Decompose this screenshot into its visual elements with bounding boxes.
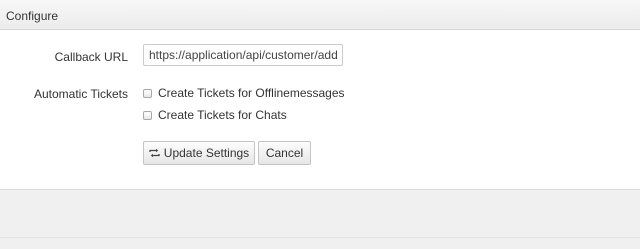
update-settings-button[interactable]: Update Settings bbox=[143, 141, 255, 165]
panel-header: Configure bbox=[0, 0, 640, 30]
panel-title: Configure bbox=[6, 9, 59, 23]
automatic-tickets-label: Automatic Tickets bbox=[33, 87, 128, 101]
cancel-button[interactable]: Cancel bbox=[258, 141, 311, 165]
offlinemessages-checkbox[interactable] bbox=[143, 88, 152, 98]
chats-checkbox[interactable] bbox=[143, 110, 152, 120]
refresh-icon bbox=[149, 148, 160, 158]
offlinemessages-label[interactable]: Create Tickets for Offlinemessages bbox=[158, 86, 345, 100]
callback-url-input[interactable] bbox=[143, 44, 343, 66]
chats-label[interactable]: Create Tickets for Chats bbox=[158, 108, 287, 122]
footer-divider bbox=[0, 237, 640, 238]
update-settings-label: Update Settings bbox=[163, 146, 250, 160]
configure-panel: Configure Callback URL Automatic Tickets… bbox=[0, 0, 640, 190]
callback-url-label: Callback URL bbox=[54, 50, 128, 64]
chats-option[interactable]: Create Tickets for Chats bbox=[143, 107, 287, 123]
cancel-label: Cancel bbox=[265, 146, 304, 160]
offlinemessages-option[interactable]: Create Tickets for Offlinemessages bbox=[143, 85, 345, 101]
